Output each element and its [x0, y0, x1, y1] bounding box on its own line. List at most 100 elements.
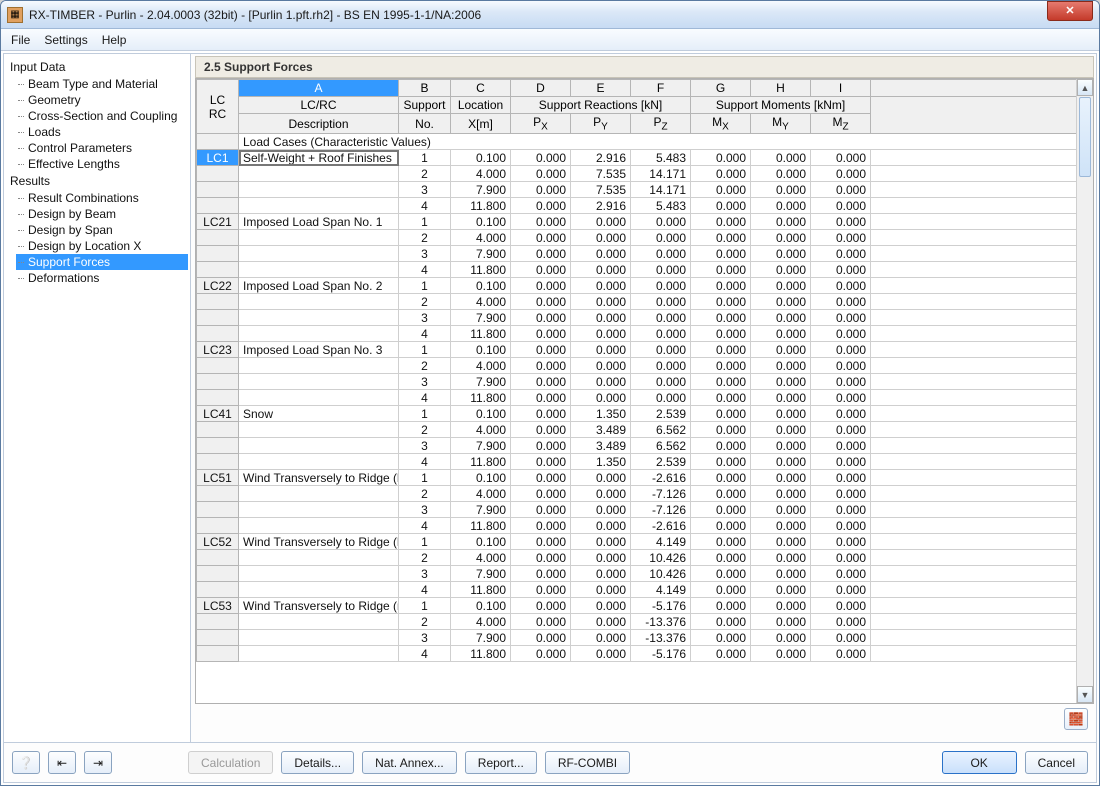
cell-px[interactable]: 0.000	[511, 614, 571, 630]
cell-pz[interactable]: -13.376	[631, 630, 691, 646]
cell-my[interactable]: 0.000	[751, 406, 811, 422]
cell-px[interactable]: 0.000	[511, 646, 571, 662]
tree-item-result-combinations[interactable]: Result Combinations	[16, 190, 188, 206]
support-no[interactable]: 4	[399, 518, 451, 534]
support-no[interactable]: 3	[399, 182, 451, 198]
cell-pz[interactable]: 0.000	[631, 278, 691, 294]
cell-x[interactable]: 0.100	[451, 598, 511, 614]
cell-py[interactable]: 1.350	[571, 454, 631, 470]
cell-pz[interactable]: 0.000	[631, 230, 691, 246]
cell-mx[interactable]: 0.000	[691, 374, 751, 390]
cell-mx[interactable]: 0.000	[691, 326, 751, 342]
lc-description[interactable]	[239, 358, 399, 374]
lc-description[interactable]	[239, 262, 399, 278]
cell-px[interactable]: 0.000	[511, 262, 571, 278]
results-table[interactable]: LC RC ABCDEFGHI LC/RC Support Location S…	[195, 78, 1094, 704]
rf-combi-button[interactable]: RF-COMBI	[545, 751, 630, 774]
lc-description[interactable]	[239, 502, 399, 518]
cell-my[interactable]: 0.000	[751, 566, 811, 582]
cell-px[interactable]: 0.000	[511, 598, 571, 614]
lc-description[interactable]	[239, 550, 399, 566]
cell-py[interactable]: 0.000	[571, 278, 631, 294]
lc-label[interactable]: LC23	[197, 342, 239, 358]
cell-mx[interactable]: 0.000	[691, 470, 751, 486]
lc-description[interactable]: Imposed Load Span No. 1	[239, 214, 399, 230]
cell-mx[interactable]: 0.000	[691, 342, 751, 358]
cell-pz[interactable]: 0.000	[631, 342, 691, 358]
col-letter-d[interactable]: D	[511, 80, 571, 97]
lc-label[interactable]	[197, 454, 239, 470]
cell-px[interactable]: 0.000	[511, 198, 571, 214]
cell-py[interactable]: 0.000	[571, 342, 631, 358]
cell-py[interactable]: 0.000	[571, 582, 631, 598]
col-header-py[interactable]: PY	[571, 114, 631, 134]
cell-mz[interactable]: 0.000	[811, 246, 871, 262]
cell-my[interactable]: 0.000	[751, 278, 811, 294]
cell-px[interactable]: 0.000	[511, 438, 571, 454]
menu-help[interactable]: Help	[102, 33, 127, 47]
cell-mz[interactable]: 0.000	[811, 518, 871, 534]
cell-pz[interactable]: -13.376	[631, 614, 691, 630]
scroll-down-icon[interactable]: ▼	[1077, 686, 1093, 703]
support-no[interactable]: 1	[399, 214, 451, 230]
menu-file[interactable]: File	[11, 33, 30, 47]
cell-px[interactable]: 0.000	[511, 566, 571, 582]
lc-label[interactable]	[197, 422, 239, 438]
cell-mx[interactable]: 0.000	[691, 390, 751, 406]
lc-label[interactable]	[197, 230, 239, 246]
lc-label[interactable]	[197, 582, 239, 598]
lc-description[interactable]	[239, 566, 399, 582]
cell-my[interactable]: 0.000	[751, 646, 811, 662]
lc-description[interactable]	[239, 422, 399, 438]
cell-px[interactable]: 0.000	[511, 182, 571, 198]
cell-mx[interactable]: 0.000	[691, 214, 751, 230]
cell-my[interactable]: 0.000	[751, 246, 811, 262]
cell-mx[interactable]: 0.000	[691, 198, 751, 214]
cell-my[interactable]: 0.000	[751, 358, 811, 374]
cell-x[interactable]: 4.000	[451, 358, 511, 374]
cell-x[interactable]: 7.900	[451, 246, 511, 262]
cell-pz[interactable]: 6.562	[631, 438, 691, 454]
cell-py[interactable]: 0.000	[571, 502, 631, 518]
col-header-mx[interactable]: MX	[691, 114, 751, 134]
col-header-reactions[interactable]: Support Reactions [kN]	[511, 97, 691, 114]
vertical-scrollbar[interactable]: ▲ ▼	[1076, 79, 1093, 703]
cell-pz[interactable]: 0.000	[631, 374, 691, 390]
scroll-up-icon[interactable]: ▲	[1077, 79, 1093, 96]
cell-x[interactable]: 4.000	[451, 486, 511, 502]
cell-my[interactable]: 0.000	[751, 310, 811, 326]
cell-mz[interactable]: 0.000	[811, 374, 871, 390]
col-header-a[interactable]: LC/RC	[239, 97, 399, 114]
support-no[interactable]: 2	[399, 294, 451, 310]
cell-mz[interactable]: 0.000	[811, 598, 871, 614]
support-no[interactable]: 4	[399, 326, 451, 342]
cell-px[interactable]: 0.000	[511, 294, 571, 310]
support-no[interactable]: 2	[399, 166, 451, 182]
cell-mx[interactable]: 0.000	[691, 646, 751, 662]
col-header-no[interactable]: No.	[399, 114, 451, 134]
menu-settings[interactable]: Settings	[44, 33, 87, 47]
cell-py[interactable]: 0.000	[571, 310, 631, 326]
cell-mx[interactable]: 0.000	[691, 598, 751, 614]
cell-my[interactable]: 0.000	[751, 198, 811, 214]
lc-description[interactable]	[239, 374, 399, 390]
lc-description[interactable]	[239, 310, 399, 326]
lc-description[interactable]	[239, 582, 399, 598]
cell-px[interactable]: 0.000	[511, 278, 571, 294]
cell-mx[interactable]: 0.000	[691, 422, 751, 438]
cell-py[interactable]: 0.000	[571, 230, 631, 246]
help-button[interactable]: ❔	[12, 751, 40, 774]
cell-mx[interactable]: 0.000	[691, 518, 751, 534]
cell-mz[interactable]: 0.000	[811, 438, 871, 454]
cell-mz[interactable]: 0.000	[811, 358, 871, 374]
cell-my[interactable]: 0.000	[751, 534, 811, 550]
cell-my[interactable]: 0.000	[751, 390, 811, 406]
cell-mz[interactable]: 0.000	[811, 646, 871, 662]
support-no[interactable]: 3	[399, 630, 451, 646]
cell-my[interactable]: 0.000	[751, 470, 811, 486]
cell-pz[interactable]: 0.000	[631, 262, 691, 278]
cell-py[interactable]: 2.916	[571, 150, 631, 166]
cell-pz[interactable]: 5.483	[631, 150, 691, 166]
cell-pz[interactable]: 0.000	[631, 326, 691, 342]
cell-pz[interactable]: 0.000	[631, 294, 691, 310]
